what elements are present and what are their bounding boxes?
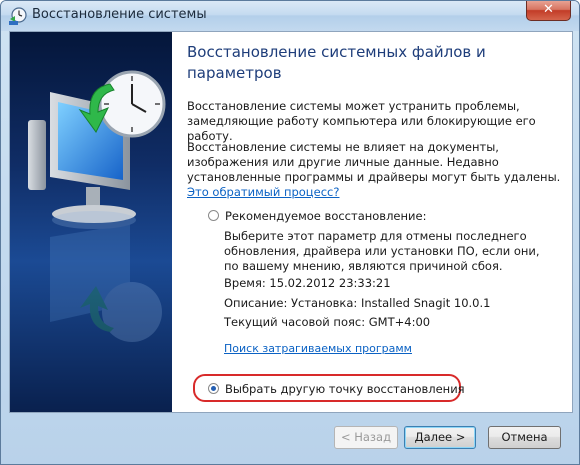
recommended-restore-radio[interactable] [208,210,219,221]
next-button[interactable]: Далее > [404,426,476,449]
info-text-body: Восстановление системы не влияет на доку… [187,140,561,184]
choose-other-point-radio[interactable] [208,383,219,394]
timezone: Текущий часовой пояс: GMT+4:00 [224,315,431,329]
affected-programs-container: Поиск затрагиваемых программ [224,341,554,356]
scan-affected-programs-link[interactable]: Поиск затрагиваемых программ [224,342,412,355]
info-text: Восстановление системы не влияет на доку… [187,140,562,200]
choose-other-point-option[interactable]: Выбрать другую точку восстановления [208,382,465,396]
recommended-restore-option[interactable]: Рекомендуемое восстановление: [208,209,426,223]
system-restore-icon [8,6,28,26]
system-restore-window: Восстановление системы ✕ Восстановление … [0,0,580,465]
title-bar[interactable]: Восстановление системы ✕ [1,1,579,31]
restore-description: Описание: Установка: Installed Snagit 10… [224,296,491,310]
choose-other-point-label: Выбрать другую точку восстановления [225,382,465,396]
wizard-content: Восстановление системных файлов и параме… [9,31,573,413]
sidebar-illustration [10,32,172,412]
page-title: Восстановление системных файлов и параме… [187,43,486,82]
close-button[interactable]: ✕ [526,1,571,21]
window-title: Восстановление системы [32,7,207,22]
reversible-process-link[interactable]: Это обратимый процесс? [187,185,339,199]
back-button[interactable]: < Назад [334,426,398,449]
recommended-description: Выберите этот параметр для отмены послед… [224,229,540,273]
cancel-button[interactable]: Отмена [488,426,561,449]
restore-time: Время: 15.02.2012 23:33:21 [224,276,391,290]
close-icon: ✕ [543,2,554,17]
recommended-restore-label: Рекомендуемое восстановление: [225,209,427,223]
monitor-with-clock-icon [28,70,166,342]
intro-text: Восстановление системы может устранить п… [187,99,536,143]
